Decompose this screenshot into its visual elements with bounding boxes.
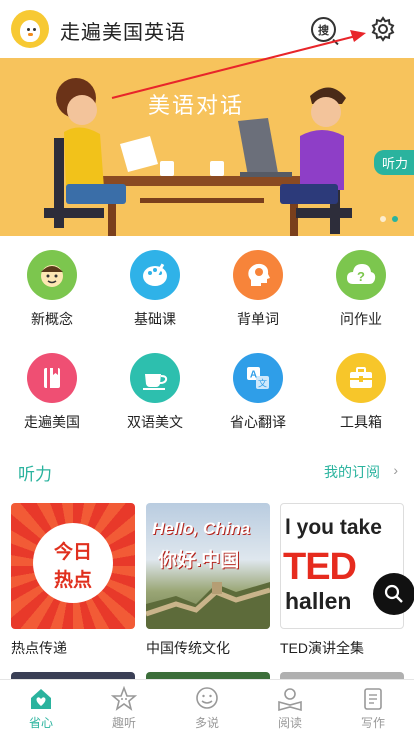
feature-toolbox[interactable]: 工具箱 <box>309 353 413 432</box>
tab-writing[interactable]: 写作 <box>332 686 414 731</box>
feature-label: 问作业 <box>340 311 382 327</box>
feature-label: 省心翻译 <box>230 414 286 430</box>
tab-label: 趣听 <box>111 716 136 730</box>
banner-tag: 听力 <box>373 150 414 175</box>
card-art-text: Hello, China <box>152 519 251 538</box>
feature-bilingual-essay[interactable]: 双语美文 <box>103 353 207 432</box>
card-art-text: 热点 <box>53 570 92 591</box>
my-subscriptions-link[interactable]: 我的订阅 <box>324 462 380 482</box>
great-wall-image <box>146 582 270 629</box>
question-cloud-icon: ? <box>336 250 386 300</box>
document-icon <box>359 686 387 712</box>
promo-banner[interactable]: 美语对话 听力 <box>0 58 414 236</box>
card-caption: 中国传统文化 <box>146 640 230 656</box>
feature-label: 背单词 <box>237 311 279 327</box>
palette-icon <box>130 250 180 300</box>
search-button-label: 搜 <box>318 24 329 37</box>
toolbox-icon <box>336 353 386 403</box>
card-art-text: 你好.中国 <box>158 550 240 571</box>
chevron-right-icon: › <box>393 462 398 478</box>
star-face-icon <box>110 686 138 712</box>
feature-homework[interactable]: ? 问作业 <box>309 250 413 329</box>
feature-basic-course[interactable]: 基础课 <box>103 250 207 329</box>
tab-label: 阅读 <box>277 716 302 730</box>
tab-speaking[interactable]: 多说 <box>166 686 248 731</box>
listening-cards: 今日 热点 热点传递 Hello, China 你好.中国 中国传统文化 l y… <box>0 503 414 663</box>
app-title: 走遍美国英语 <box>60 22 186 44</box>
chat-face-icon <box>193 686 221 712</box>
card-art-text: 今日 <box>53 542 92 563</box>
section-title: 听力 <box>18 465 52 484</box>
card-hot-news[interactable]: 今日 热点 热点传递 <box>11 503 135 658</box>
banner-caption: 美语对话 <box>148 93 245 118</box>
tab-label: 省心 <box>28 716 53 730</box>
feature-translate[interactable]: A文 省心翻译 <box>206 353 310 432</box>
book-icon <box>27 353 77 403</box>
carousel-dot-active <box>392 216 398 222</box>
card-caption: TED演讲全集 <box>280 640 364 656</box>
tab-home[interactable]: 省心 <box>0 686 82 731</box>
feature-label: 双语美文 <box>127 414 183 430</box>
settings-gear-icon[interactable] <box>369 15 397 43</box>
bottom-tab-bar: 省心 趣听 多说 阅读 写作 <box>0 679 414 736</box>
svg-text:A: A <box>250 370 257 381</box>
card-thumbnail: 今日 热点 <box>11 503 135 629</box>
svg-text:?: ? <box>357 269 365 284</box>
card-art-text: hallen <box>285 588 352 614</box>
svg-text:文: 文 <box>258 378 267 390</box>
home-heart-icon <box>27 686 55 712</box>
banner-illustration <box>44 78 352 236</box>
card-art-text: l you take <box>285 516 382 539</box>
feature-label: 新概念 <box>31 311 73 327</box>
cup-icon <box>130 353 180 403</box>
feature-label: 工具箱 <box>340 414 382 430</box>
face-icon <box>27 250 77 300</box>
feature-family-album[interactable]: 走遍美国 <box>0 353 104 432</box>
tab-fun-listening[interactable]: 趣听 <box>83 686 165 731</box>
head-icon <box>233 250 283 300</box>
card-art-text: TED <box>283 546 357 588</box>
carousel-dot <box>380 216 386 222</box>
search-button[interactable]: 搜 <box>311 17 336 42</box>
tab-label: 写作 <box>360 716 385 730</box>
feature-grid: 新概念 基础课 背单词 ? 问作业 走遍美国 双语美文 A文 省心翻译 工具箱 <box>0 236 414 446</box>
feature-new-concept[interactable]: 新概念 <box>0 250 104 329</box>
card-caption: 热点传递 <box>11 640 67 656</box>
feature-vocabulary[interactable]: 背单词 <box>206 250 310 329</box>
magnifier-icon <box>384 584 403 603</box>
app-header: 走遍美国英语 搜 <box>0 0 414 58</box>
carousel-indicator <box>380 216 398 222</box>
card-thumbnail: Hello, China 你好.中国 <box>146 503 270 629</box>
translate-icon: A文 <box>233 353 283 403</box>
tab-label: 多说 <box>194 716 219 730</box>
card-chinese-culture[interactable]: Hello, China 你好.中国 中国传统文化 <box>146 503 270 658</box>
feature-label: 走遍美国 <box>24 414 80 430</box>
feature-label: 基础课 <box>134 311 176 327</box>
floating-search-button[interactable] <box>373 573 414 615</box>
reader-icon <box>276 686 304 712</box>
listening-section-header: 听力 我的订阅 › <box>0 458 414 484</box>
app-logo <box>11 10 49 48</box>
tab-reading[interactable]: 阅读 <box>249 686 331 731</box>
